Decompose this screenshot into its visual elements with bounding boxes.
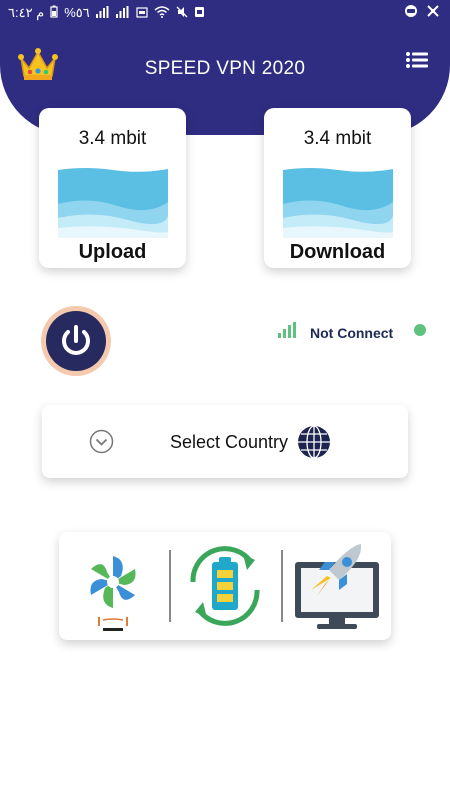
chevron-down-icon (89, 429, 114, 454)
battery-percent: %٥٦ (64, 5, 90, 20)
battery-icon (50, 5, 58, 21)
status-bar: م ٦:٤٢ %٥٦ (0, 0, 450, 26)
select-country-button[interactable]: Select Country (42, 405, 408, 478)
status-time: م ٦:٤٢ (8, 5, 45, 20)
download-label: Download (289, 241, 386, 263)
data-saver-icon (404, 4, 418, 21)
globe-icon (297, 425, 331, 459)
upload-card: 3.4 mbit Upload (39, 108, 186, 268)
app-notification-icon (426, 4, 440, 21)
download-rate: 3.4 mbit (303, 128, 372, 149)
rocket-monitor-icon[interactable] (291, 540, 383, 632)
menu-icon[interactable] (406, 52, 428, 68)
upload-rate: 3.4 mbit (78, 128, 147, 149)
tool-divider (169, 550, 171, 622)
fan-icon[interactable] (83, 540, 145, 632)
app-title: SPEED VPN 2020 (144, 58, 306, 79)
select-country-label: Select Country (170, 432, 289, 452)
mute-icon (176, 6, 188, 21)
cell-signal-2-icon (115, 5, 130, 21)
tools-card (59, 532, 391, 640)
download-wave-image (283, 166, 395, 238)
connection-status: Not Connect (310, 325, 394, 341)
power-button[interactable] (41, 306, 111, 376)
upload-wave-image (58, 166, 170, 238)
upload-label: Upload (78, 241, 147, 263)
notification-icon (194, 6, 205, 21)
cell-signal-icon (95, 5, 110, 21)
calendar-icon (136, 6, 148, 21)
signal-icon (278, 322, 296, 338)
wifi-icon (154, 5, 170, 21)
status-dot (414, 324, 426, 336)
tool-divider (281, 550, 283, 622)
battery-recycle-icon[interactable] (179, 540, 271, 632)
download-card: 3.4 mbit Download (264, 108, 411, 268)
power-icon (46, 311, 106, 371)
